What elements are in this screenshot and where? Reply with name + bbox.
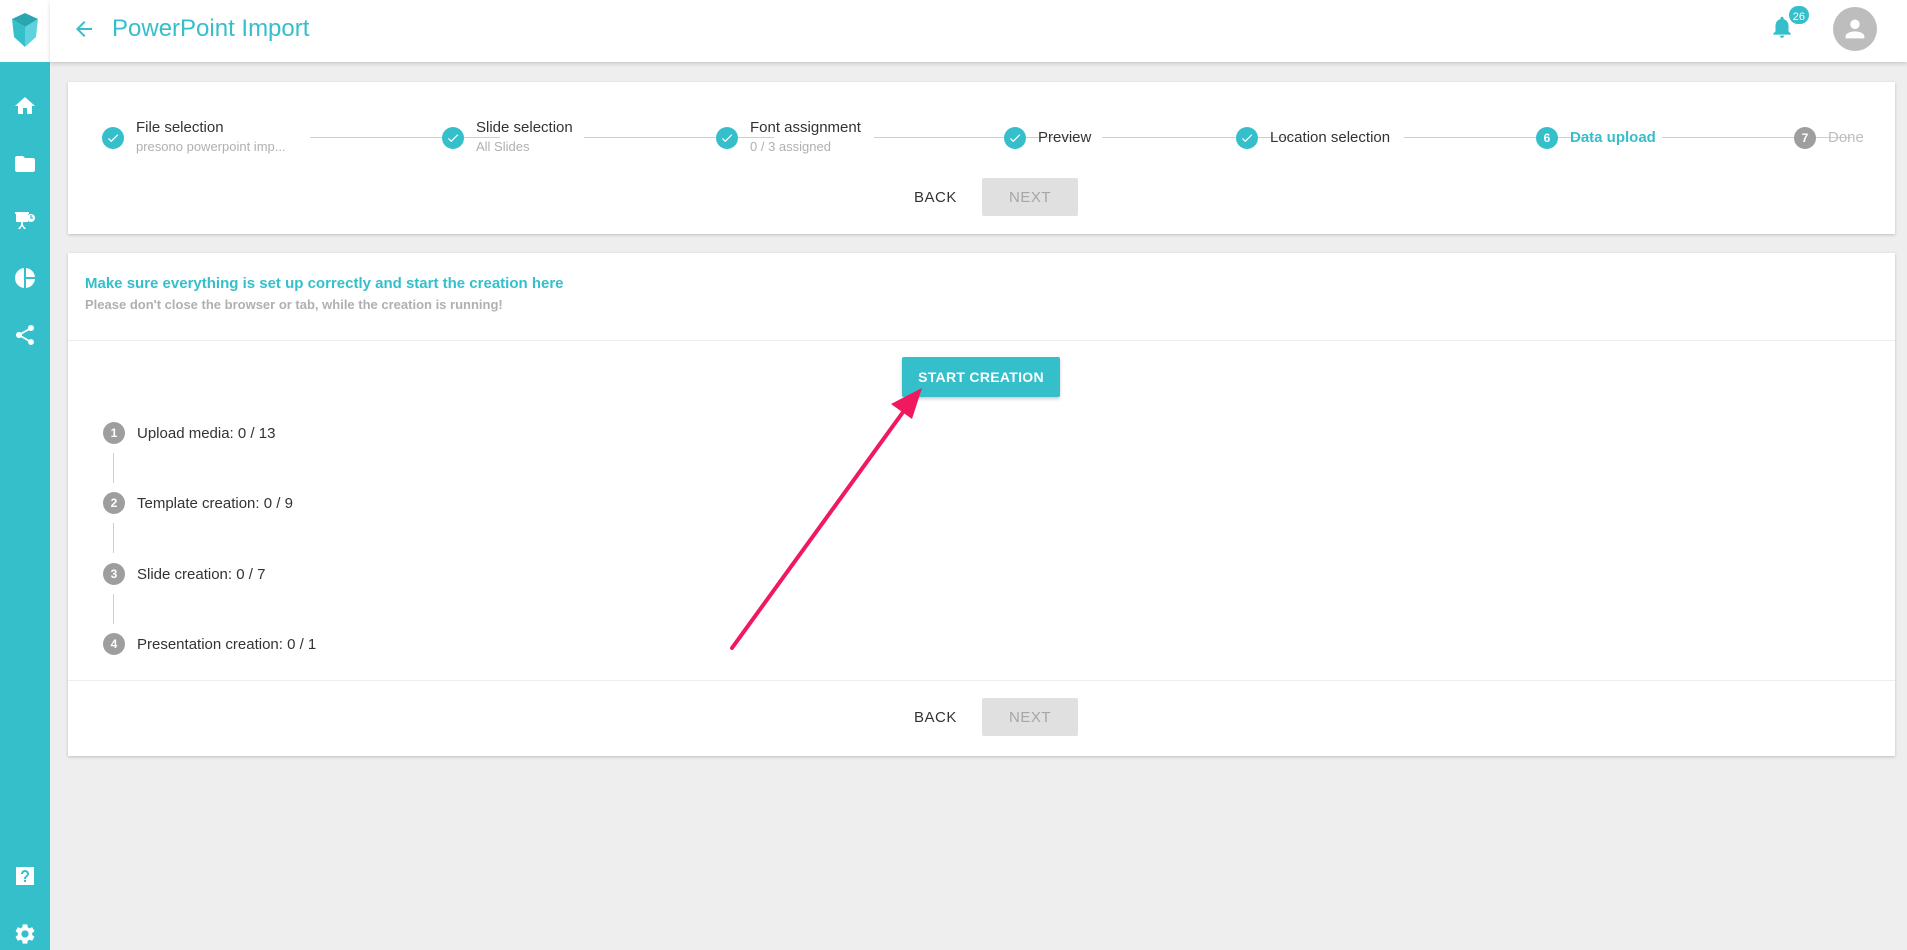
back-button-bottom[interactable]: BACK (914, 709, 957, 726)
step-number: 7 (1794, 127, 1816, 149)
step-label: Preview (1038, 129, 1092, 146)
notification-badge: 26 (1786, 4, 1811, 26)
progress-connector (113, 453, 114, 483)
progress-step-template-creation: 2 Template creation: 0 / 9 (103, 492, 293, 514)
check-icon (716, 127, 738, 149)
step-number: 2 (103, 492, 125, 514)
next-button[interactable]: NEXT (982, 178, 1078, 216)
sidebar-item-share[interactable] (0, 315, 50, 355)
step-location-selection[interactable]: Location selection (1236, 118, 1390, 149)
step-label: Font assignment (750, 119, 861, 136)
step-sublabel: All Slides (476, 139, 530, 154)
sidebar-item-settings[interactable] (0, 914, 50, 950)
step-sublabel: presono powerpoint imp... (136, 139, 286, 154)
sidebar-item-analytics[interactable] (0, 258, 50, 298)
sidebar-item-home[interactable] (0, 86, 50, 126)
start-creation-button[interactable]: START CREATION (902, 357, 1060, 397)
step-data-upload[interactable]: 6 Data upload (1536, 118, 1656, 149)
progress-label: Slide creation: 0 / 7 (137, 565, 266, 583)
info-title: Make sure everything is set up correctly… (85, 275, 564, 292)
check-icon (442, 127, 464, 149)
logo-icon (12, 13, 38, 47)
progress-label: Template creation: 0 / 9 (137, 494, 293, 512)
step-number: 4 (103, 633, 125, 655)
pie-chart-icon (15, 268, 35, 288)
step-label: Slide selection (476, 119, 573, 136)
folder-icon (15, 156, 35, 172)
step-sublabel: 0 / 3 assigned (750, 139, 831, 154)
progress-step-presentation-creation: 4 Presentation creation: 0 / 1 (103, 633, 316, 655)
step-font-assignment[interactable]: Font assignment 0 / 3 assigned (716, 118, 861, 156)
check-icon (102, 127, 124, 149)
arrow-left-icon (76, 21, 92, 37)
progress-label: Upload media: 0 / 13 (137, 424, 276, 442)
step-number: 1 (103, 422, 125, 444)
back-arrow-button[interactable] (72, 17, 100, 45)
step-label: File selection (136, 119, 224, 136)
step-number: 3 (103, 563, 125, 585)
user-icon (1845, 19, 1865, 39)
back-button[interactable]: BACK (914, 189, 957, 206)
step-slide-selection[interactable]: Slide selection All Slides (442, 118, 573, 156)
sidebar-item-files[interactable] (0, 144, 50, 184)
creation-card: Make sure everything is set up correctly… (68, 253, 1895, 756)
check-icon (1236, 127, 1258, 149)
sidebar-item-help[interactable] (0, 856, 50, 896)
next-button-bottom[interactable]: NEXT (982, 698, 1078, 736)
card-footer: BACK NEXT (68, 680, 1895, 756)
step-done[interactable]: 7 Done (1794, 118, 1864, 149)
app-logo[interactable] (0, 0, 50, 62)
step-number: 6 (1536, 127, 1558, 149)
check-icon (1004, 127, 1026, 149)
step-label: Data upload (1570, 129, 1656, 146)
step-label: Location selection (1270, 129, 1391, 146)
top-bar: PowerPoint Import 26 (50, 0, 1907, 62)
avatar[interactable] (1833, 7, 1877, 51)
sidebar (0, 0, 50, 950)
step-label: Done (1828, 129, 1864, 146)
stepper-card: File selection presono powerpoint imp...… (68, 82, 1895, 234)
info-subtitle: Please don't close the browser or tab, w… (85, 297, 503, 312)
gear-icon (15, 924, 35, 944)
progress-connector (113, 523, 114, 553)
progress-connector (113, 594, 114, 624)
progress-step-slide-creation: 3 Slide creation: 0 / 7 (103, 563, 265, 585)
progress-label: Presentation creation: 0 / 1 (137, 635, 317, 653)
presentation-icon (15, 212, 35, 229)
share-icon (16, 325, 34, 345)
help-icon (16, 867, 34, 885)
info-header: Make sure everything is set up correctly… (68, 253, 1895, 341)
home-icon (15, 97, 35, 114)
progress-step-upload-media: 1 Upload media: 0 / 13 (103, 422, 275, 444)
page-title: PowerPoint Import (112, 15, 310, 42)
step-file-selection[interactable]: File selection presono powerpoint imp... (102, 118, 286, 156)
sidebar-item-presentations[interactable] (0, 201, 50, 241)
step-preview[interactable]: Preview (1004, 118, 1091, 149)
